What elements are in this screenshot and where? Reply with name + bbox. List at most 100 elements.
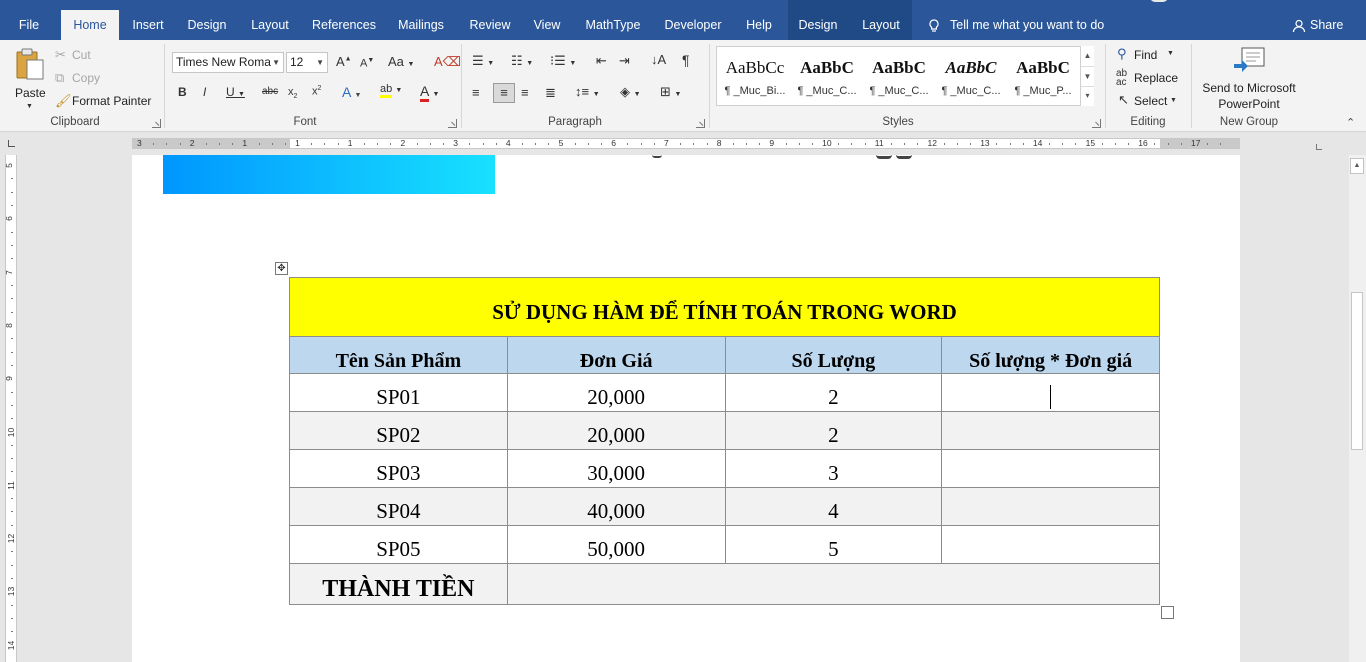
borders-icon[interactable]: ⊞ ▼ xyxy=(660,85,681,98)
cell-quantity[interactable]: 2 xyxy=(724,373,943,412)
tab-mailings[interactable]: Mailings xyxy=(391,10,451,40)
header-unit-price[interactable]: Đơn Giá xyxy=(506,336,726,374)
increase-indent-icon[interactable]: ⇥ xyxy=(619,54,630,67)
vertical-ruler[interactable]: 5 6 7 8 9 10 11 12 13 14 xyxy=(4,155,17,662)
style-item[interactable]: AaBbCc ¶ _Muc_Bi... xyxy=(719,47,791,105)
find-button[interactable]: Find xyxy=(1134,48,1157,62)
cell-quantity[interactable]: 3 xyxy=(724,449,943,488)
strikethrough-icon[interactable]: abc xyxy=(262,87,278,97)
account-avatar[interactable] xyxy=(1150,0,1168,2)
cell-product[interactable]: SP03 xyxy=(289,449,508,488)
scroll-up-icon[interactable]: ▲ xyxy=(1350,158,1364,174)
cell-price[interactable]: 20,000 xyxy=(506,373,726,412)
document-page[interactable]: ✥ SỬ DỤNG HÀM ĐỂ TÍNH TOÁN TRONG WORD Tê… xyxy=(132,155,1240,662)
cell-product[interactable]: SP02 xyxy=(289,411,508,450)
tell-me-search[interactable]: Tell me what you want to do xyxy=(928,10,1104,40)
styles-gallery-scroll[interactable]: ▲ ▼ ▾ xyxy=(1080,46,1094,106)
cell-product[interactable]: SP01 xyxy=(289,373,508,412)
font-color-icon[interactable]: A ▼ xyxy=(420,83,439,102)
chevron-down-icon[interactable]: ▼ xyxy=(1167,50,1174,57)
numbering-icon[interactable]: ☷ ▼ xyxy=(511,54,533,67)
table-resize-handle-icon[interactable] xyxy=(1161,606,1174,619)
change-case-icon[interactable]: Aa ▼ xyxy=(388,55,414,68)
style-item[interactable]: AaBbC ¶ _Muc_C... xyxy=(863,47,935,105)
cell-quantity[interactable]: 4 xyxy=(724,487,943,526)
style-item[interactable]: AaBbC ¶ _Muc_C... xyxy=(791,47,863,105)
font-launcher-icon[interactable] xyxy=(448,119,457,128)
styles-launcher-icon[interactable] xyxy=(1092,119,1101,128)
tab-view[interactable]: View xyxy=(527,10,567,40)
superscript-icon[interactable]: x2 xyxy=(312,85,321,98)
align-right-icon[interactable]: ≡ xyxy=(521,86,529,99)
tab-mathtype[interactable]: MathType xyxy=(579,10,647,40)
tab-review[interactable]: Review xyxy=(463,10,517,40)
paste-button[interactable]: Paste ▼ xyxy=(10,46,50,112)
show-paragraph-marks-icon[interactable]: ¶ xyxy=(682,53,690,67)
horizontal-ruler[interactable]: 3 2 1 1 1 2 3 4 5 6 7 8 9 10 11 12 13 14 15 16 17 xyxy=(132,138,1240,149)
collapse-ribbon-icon[interactable]: ⌃ xyxy=(1346,116,1355,129)
font-size-combo[interactable]: 12 ▼ xyxy=(286,52,328,73)
style-item[interactable]: AaBbC ¶ _Muc_P... xyxy=(1007,47,1079,105)
tab-insert[interactable]: Insert xyxy=(125,10,171,40)
style-item[interactable]: AaBbC ¶ _Muc_C... xyxy=(935,47,1007,105)
share-button[interactable]: Share xyxy=(1292,10,1343,40)
tab-file[interactable]: File xyxy=(8,10,50,40)
cell-quantity[interactable]: 5 xyxy=(724,525,943,564)
total-value[interactable] xyxy=(506,563,1161,605)
tab-table-layout[interactable]: Layout xyxy=(854,10,908,40)
clear-formatting-icon[interactable]: A⌫ xyxy=(434,55,461,68)
shrink-font-icon[interactable]: A▼ xyxy=(360,57,374,70)
tab-table-design[interactable]: Design xyxy=(793,10,843,40)
bold-icon[interactable]: B xyxy=(178,86,187,98)
cell-price[interactable]: 30,000 xyxy=(506,449,726,488)
vertical-scrollbar[interactable]: ▲ xyxy=(1349,155,1366,662)
table-move-handle-icon[interactable]: ✥ xyxy=(275,262,288,275)
tab-layout[interactable]: Layout xyxy=(244,10,296,40)
underline-icon[interactable]: U ▼ xyxy=(226,86,245,98)
tab-home[interactable]: Home xyxy=(61,10,119,40)
paragraph-launcher-icon[interactable] xyxy=(696,119,705,128)
tab-references[interactable]: References xyxy=(307,10,381,40)
select-button[interactable]: Select xyxy=(1134,94,1167,108)
multilevel-list-icon[interactable]: ⁝☰ ▼ xyxy=(550,54,576,67)
cell-price[interactable]: 50,000 xyxy=(506,525,726,564)
table-title[interactable]: SỬ DỤNG HÀM ĐỂ TÍNH TOÁN TRONG WORD xyxy=(289,277,1160,337)
chevron-up-icon[interactable]: ▲ xyxy=(1081,46,1094,66)
tab-design[interactable]: Design xyxy=(181,10,233,40)
bullets-icon[interactable]: ☰ ▼ xyxy=(472,54,494,67)
font-name-combo[interactable]: Times New Roma ▼ xyxy=(172,52,284,73)
product-table[interactable]: SỬ DỤNG HÀM ĐỂ TÍNH TOÁN TRONG WORD Tên … xyxy=(289,277,1161,605)
shading-icon[interactable]: ◈ ▼ xyxy=(620,85,641,98)
copy-button[interactable]: Copy xyxy=(72,71,100,85)
header-line-total[interactable]: Số lượng * Đơn giá xyxy=(941,336,1160,374)
cell-price[interactable]: 40,000 xyxy=(506,487,726,526)
cell-quantity[interactable]: 2 xyxy=(724,411,943,450)
replace-button[interactable]: Replace xyxy=(1134,71,1178,85)
cell-product[interactable]: SP04 xyxy=(289,487,508,526)
cell-line-total[interactable] xyxy=(941,411,1160,450)
tab-developer[interactable]: Developer xyxy=(658,10,728,40)
highlight-color-icon[interactable]: ab ▼ xyxy=(380,83,402,98)
italic-icon[interactable]: I xyxy=(203,86,206,98)
align-left-icon[interactable]: ≡ xyxy=(472,86,480,99)
scroll-thumb[interactable] xyxy=(1351,292,1363,450)
cell-price[interactable]: 20,000 xyxy=(506,411,726,450)
decrease-indent-icon[interactable]: ⇤ xyxy=(596,54,607,67)
justify-icon[interactable]: ≣ xyxy=(545,86,556,99)
chevron-down-icon[interactable]: ▼ xyxy=(1170,97,1177,104)
line-spacing-icon[interactable]: ↕≡ ▼ xyxy=(575,85,600,98)
cell-line-total[interactable] xyxy=(941,373,1160,412)
tab-selector-icon[interactable] xyxy=(8,140,15,147)
tab-help[interactable]: Help xyxy=(738,10,780,40)
header-quantity[interactable]: Số Lượng xyxy=(724,336,943,374)
sort-icon[interactable]: ↓A xyxy=(651,53,666,66)
chevron-down-icon[interactable]: ▼ xyxy=(1081,66,1094,86)
header-product-name[interactable]: Tên Sản Phẩm xyxy=(289,336,508,374)
text-effects-icon[interactable]: A ▼ xyxy=(342,85,361,99)
align-center-icon[interactable]: ≡ xyxy=(493,83,515,103)
styles-gallery[interactable]: AaBbCc ¶ _Muc_Bi... AaBbC ¶ _Muc_C... AaBb… xyxy=(716,46,1094,106)
more-styles-icon[interactable]: ▾ xyxy=(1081,86,1094,104)
format-painter-button[interactable]: Format Painter xyxy=(72,94,151,108)
grow-font-icon[interactable]: A▲ xyxy=(336,55,352,68)
total-label[interactable]: THÀNH TIỀN xyxy=(289,563,508,605)
